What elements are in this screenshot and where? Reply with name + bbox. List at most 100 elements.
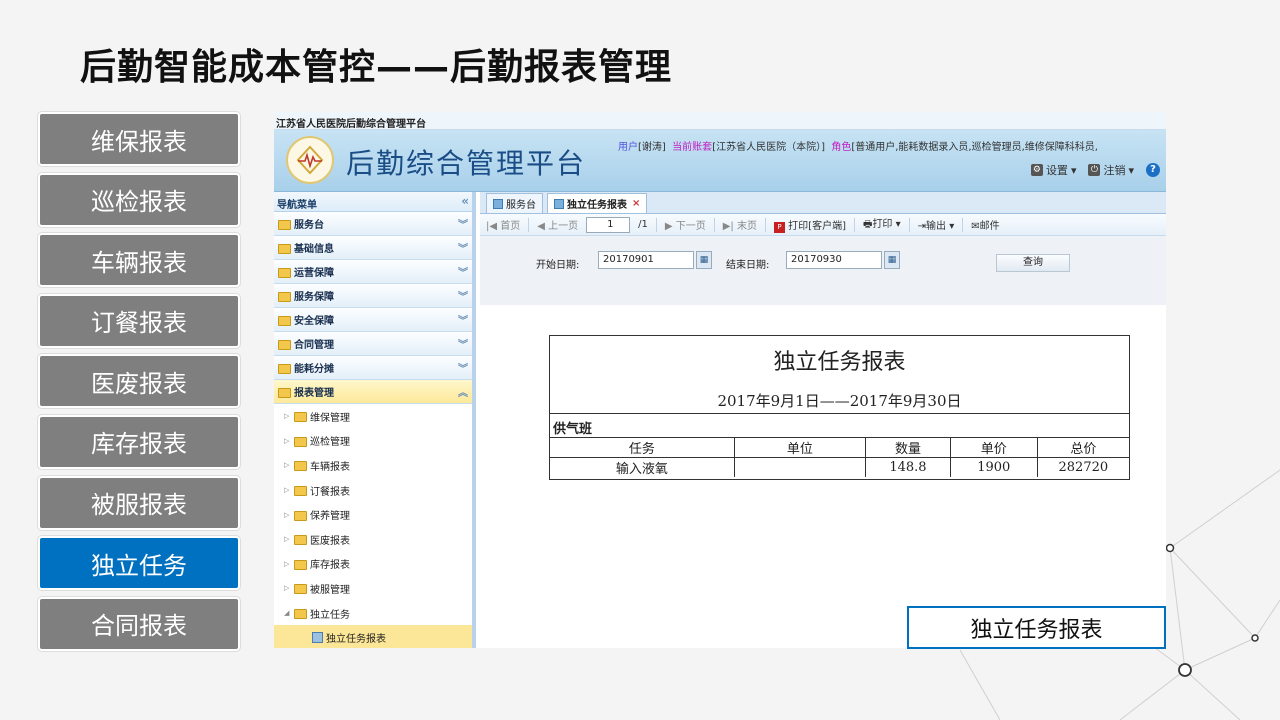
table-row: 输入液氧 148.8 1900 282720 xyxy=(550,457,1129,477)
sidebar-header: 导航菜单 « xyxy=(274,192,472,212)
start-date-label: 开始日期: xyxy=(536,260,580,271)
mail-label: 邮件 xyxy=(979,221,1000,232)
logout-label: 注销 xyxy=(1103,164,1126,177)
last-page-label: 末页 xyxy=(736,221,757,232)
folder-icon xyxy=(278,219,291,230)
nav-meal-report[interactable]: 订餐报表 xyxy=(38,293,240,348)
first-page-button[interactable]: |◀ 首页 xyxy=(486,217,520,232)
logout-button[interactable]: ⏻ 注销 ▾ xyxy=(1088,162,1134,178)
column-header: 数量 xyxy=(865,438,951,458)
nav-independent-task[interactable]: 独立任务 xyxy=(38,536,240,591)
report-icon xyxy=(312,631,323,643)
menu-basic-info[interactable]: 基础信息 ︾ xyxy=(274,236,472,260)
page-title: 后勤智能成本管控——后勤报表管理 xyxy=(80,47,673,88)
sidebar: 导航菜单 « 服务台 ︾ 基础信息 ︾ 运营保障 ︾ 服务保障 ︾ 安全保障 ︾ 合同管理… xyxy=(274,192,476,648)
sub-item[interactable]: ▷ 巡检管理 xyxy=(274,429,472,454)
export-button[interactable]: ⇥输出 ▾ xyxy=(918,217,955,232)
page-number-input[interactable]: 1 xyxy=(586,216,631,233)
collapse-icon: ◢ xyxy=(284,609,290,618)
caption-box: 独立任务报表 xyxy=(907,606,1166,649)
folder-icon xyxy=(294,486,307,497)
sub-item-label: 独立任务 xyxy=(310,609,350,621)
next-page-button[interactable]: ▶ 下一页 xyxy=(665,217,706,232)
prev-page-button[interactable]: ◀ 上一页 xyxy=(537,217,578,232)
collapse-left-icon[interactable]: « xyxy=(461,195,469,207)
end-date-input[interactable]: 20170930 xyxy=(786,251,882,269)
query-button[interactable]: 查询 xyxy=(996,254,1070,272)
menu-safety[interactable]: 安全保障 ︾ xyxy=(274,308,472,332)
print-client-button[interactable]: P 打印[客户端] xyxy=(773,217,846,233)
calendar-icon[interactable]: ▦ xyxy=(884,251,900,269)
chevron-down-icon: ︾ xyxy=(458,364,468,375)
close-icon[interactable]: × xyxy=(632,198,640,209)
user-value: [谢涛] xyxy=(638,142,666,153)
separator xyxy=(528,217,530,232)
menu-label: 合同管理 xyxy=(294,340,334,351)
help-icon[interactable]: ? xyxy=(1146,163,1160,177)
menu-contract[interactable]: 合同管理 ︾ xyxy=(274,332,472,356)
sub-item[interactable]: ▷ 订餐报表 xyxy=(274,478,472,503)
sub-item-expanded[interactable]: ◢ 独立任务 xyxy=(274,601,472,626)
folder-icon xyxy=(294,584,307,595)
separator xyxy=(908,217,910,232)
table-cell xyxy=(734,457,867,477)
folder-icon xyxy=(294,436,307,447)
table-cell: 282720 xyxy=(1058,460,1109,475)
chevron-up-icon: ︽ xyxy=(458,388,468,399)
pdf-icon: P xyxy=(773,221,785,233)
nav-vehicle-report[interactable]: 车辆报表 xyxy=(38,233,240,288)
menu-operation[interactable]: 运营保障 ︾ xyxy=(274,260,472,284)
print-button[interactable]: 🖶打印 ▾ xyxy=(863,215,901,234)
nav-maintenance-report[interactable]: 维保报表 xyxy=(38,112,240,166)
sub-item[interactable]: ▷ 医废报表 xyxy=(274,527,472,552)
menu-label: 能耗分摊 xyxy=(294,364,334,375)
header-tools: ⚙ 设置 ▾ ⏻ 注销 ▾ ? xyxy=(1030,162,1160,178)
menu-report[interactable]: 报表管理 ︽ xyxy=(274,380,472,404)
settings-button[interactable]: ⚙ 设置 ▾ xyxy=(1030,162,1076,178)
mail-button[interactable]: ✉邮件 xyxy=(971,217,999,232)
folder-icon xyxy=(278,363,291,374)
calendar-icon[interactable]: ▦ xyxy=(696,251,712,269)
page-icon xyxy=(554,198,564,209)
last-page-button[interactable]: ▶| 末页 xyxy=(723,217,757,232)
sub-item-label: 被服管理 xyxy=(310,584,350,596)
filter-panel: 开始日期: 20170901 ▦ 结束日期: 20170930 ▦ 查询 xyxy=(480,236,1166,305)
menu-label: 运营保障 xyxy=(294,268,334,279)
sub-item-label: 保养管理 xyxy=(310,511,350,523)
expand-icon: ▷ xyxy=(284,510,290,519)
sub-item[interactable]: ▷ 库存报表 xyxy=(274,552,472,577)
chevron-down-icon: ︾ xyxy=(458,340,468,351)
app-topline: 江苏省人民医院后勤综合管理平台 xyxy=(274,112,1166,130)
leaf-independent-task-report[interactable]: 独立任务报表 xyxy=(274,625,472,648)
tab-label: 独立任务报表 xyxy=(567,200,627,211)
folder-icon xyxy=(278,267,291,278)
nav-inventory-report[interactable]: 库存报表 xyxy=(38,414,240,469)
hospital-logo-icon xyxy=(286,136,334,184)
chevron-down-icon: ︾ xyxy=(458,244,468,255)
content-area: 服务台 独立任务报表 × |◀ 首页 ◀ 上一页 1 /1 ▶ 下一页 ▶| 末页… xyxy=(480,192,1166,648)
menu-energy[interactable]: 能耗分摊 ︾ xyxy=(274,356,472,380)
column-header: 单位 xyxy=(734,438,867,458)
expand-icon: ▷ xyxy=(284,535,290,544)
sub-item[interactable]: ▷ 车辆报表 xyxy=(274,453,472,478)
separator xyxy=(962,217,964,232)
nav-bedding-report[interactable]: 被服报表 xyxy=(38,475,240,530)
tab-service-desk[interactable]: 服务台 xyxy=(486,193,543,213)
power-icon: ⏻ xyxy=(1088,164,1101,176)
app-header: 后勤综合管理平台 用户[谢涛] 当前账套[江苏省人民医院（本院）] 角色[普通用… xyxy=(274,130,1166,192)
sub-item[interactable]: ▷ 维保管理 xyxy=(274,404,472,429)
start-date-input[interactable]: 20170901 xyxy=(598,251,694,269)
sub-item[interactable]: ▷ 被服管理 xyxy=(274,576,472,601)
expand-icon: ▷ xyxy=(284,436,290,445)
folder-icon xyxy=(278,243,291,254)
menu-service-desk[interactable]: 服务台 ︾ xyxy=(274,212,472,236)
sub-item[interactable]: ▷ 保养管理 xyxy=(274,502,472,527)
nav-inspection-report[interactable]: 巡检报表 xyxy=(38,172,240,227)
nav-contract-report[interactable]: 合同报表 xyxy=(38,596,240,651)
tab-independent-task-report[interactable]: 独立任务报表 × xyxy=(547,193,648,213)
nav-medical-waste-report[interactable]: 医废报表 xyxy=(38,354,240,409)
gear-icon: ⚙ xyxy=(1030,164,1043,176)
menu-service[interactable]: 服务保障 ︾ xyxy=(274,284,472,308)
sidebar-title: 导航菜单 xyxy=(277,200,317,211)
next-page-label: 下一页 xyxy=(675,221,706,232)
